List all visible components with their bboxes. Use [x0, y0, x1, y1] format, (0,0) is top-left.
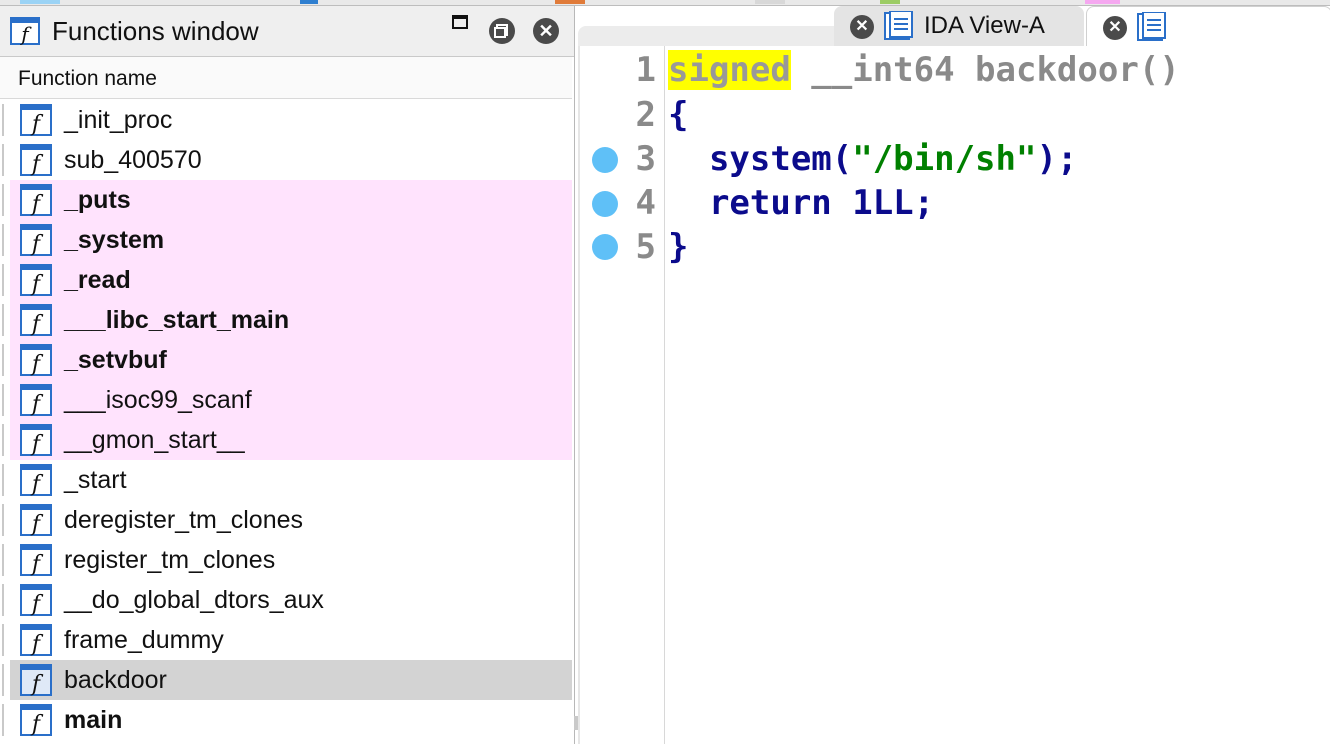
tab-label: IDA View-A	[924, 12, 1045, 39]
code-line-2[interactable]: {	[668, 95, 688, 135]
column-header-function-name[interactable]: Function name	[0, 57, 572, 99]
pseudocode-view-icon	[1137, 12, 1166, 41]
function-name: register_tm_clones	[64, 546, 276, 574]
disassembly-view-icon	[884, 11, 913, 40]
line-number: 5	[635, 227, 656, 267]
function-name: _system	[64, 226, 165, 254]
row-gutter	[2, 624, 4, 656]
row-gutter	[2, 304, 4, 336]
function-name: deregister_tm_clones	[64, 506, 304, 534]
function-list-item[interactable]: f __do_global_dtors_aux	[0, 580, 572, 620]
tab-pseudocode[interactable]: ✕	[1086, 6, 1330, 47]
string-literal[interactable]: "/bin/sh"	[852, 139, 1036, 179]
function-icon: f	[10, 17, 40, 45]
function-name: ___libc_start_main	[64, 306, 290, 334]
row-gutter	[2, 144, 4, 176]
pseudocode-left-border	[578, 46, 580, 744]
function-icon: f	[20, 144, 52, 176]
function-icon: f	[20, 304, 52, 336]
function-list-item[interactable]: f __gmon_start__	[0, 420, 572, 460]
function-name: sub_400570	[64, 146, 202, 174]
function-name: ___isoc99_scanf	[64, 386, 252, 414]
function-name: __do_global_dtors_aux	[64, 586, 324, 614]
function-name: main	[64, 706, 123, 734]
close-icon[interactable]: ✕	[533, 18, 559, 44]
function-list-item[interactable]: f frame_dummy	[0, 620, 572, 660]
tab-close-icon[interactable]: ✕	[850, 15, 874, 39]
function-icon: f	[20, 504, 52, 536]
function-list-item[interactable]: f sub_400570	[0, 140, 572, 180]
function-list-item[interactable]: f main	[0, 700, 572, 740]
functions-window-title: Functions window	[52, 16, 259, 46]
function-icon: f	[20, 224, 52, 256]
function-list-item[interactable]: f backdoor	[0, 660, 572, 700]
function-icon: f	[20, 584, 52, 616]
functions-window-titlebar[interactable]: f Functions window ✕	[0, 6, 574, 57]
function-name: _read	[64, 266, 131, 294]
function-list-item[interactable]: f ___isoc99_scanf	[0, 380, 572, 420]
line-number: 4	[635, 183, 656, 223]
code-line-3[interactable]: system("/bin/sh");	[668, 139, 1077, 179]
row-gutter	[2, 464, 4, 496]
function-list-item[interactable]: f _read	[0, 260, 572, 300]
row-gutter	[2, 424, 4, 456]
function-signature[interactable]: __int64 backdoor()	[791, 50, 1179, 90]
function-name: backdoor	[64, 666, 167, 694]
function-icon: f	[20, 544, 52, 576]
function-name: _setvbuf	[64, 346, 167, 374]
function-name: frame_dummy	[64, 626, 224, 654]
function-list-item[interactable]: f deregister_tm_clones	[0, 500, 572, 540]
row-gutter	[2, 184, 4, 216]
function-list-item[interactable]: f _system	[0, 220, 572, 260]
row-gutter	[2, 504, 4, 536]
row-gutter	[2, 344, 4, 376]
line-number: 1	[635, 50, 656, 90]
line-number: 3	[635, 139, 656, 179]
call-close[interactable]: );	[1036, 139, 1077, 179]
function-icon: f	[20, 264, 52, 296]
functions-window: f Functions window ✕ Function name f _ini…	[0, 6, 575, 744]
row-gutter	[2, 584, 4, 616]
row-gutter	[2, 104, 4, 136]
tab-close-icon[interactable]: ✕	[1103, 16, 1127, 40]
row-gutter	[2, 224, 4, 256]
function-icon: f	[20, 424, 52, 456]
function-list-item[interactable]: f ___libc_start_main	[0, 300, 572, 340]
code-line-5[interactable]: }	[668, 227, 688, 267]
row-gutter	[2, 264, 4, 296]
function-icon: f	[20, 104, 52, 136]
float-window-icon[interactable]	[489, 18, 515, 44]
code-line-1[interactable]: signed __int64 backdoor()	[668, 50, 1180, 90]
row-gutter	[2, 384, 4, 416]
row-gutter	[2, 664, 4, 696]
call-expression[interactable]: system(	[668, 139, 852, 179]
function-list-item[interactable]: f _setvbuf	[0, 340, 572, 380]
function-list-item[interactable]: f register_tm_clones	[0, 540, 572, 580]
function-list-item[interactable]: f _init_proc	[0, 100, 572, 140]
function-icon: f	[20, 184, 52, 216]
maximize-icon[interactable]	[452, 15, 468, 29]
line-number: 2	[635, 95, 656, 135]
highlighted-keyword[interactable]: signed	[668, 50, 791, 90]
line-number-separator	[664, 46, 665, 744]
column-header-label: Function name	[18, 67, 157, 90]
function-icon: f	[20, 464, 52, 496]
function-icon: f	[20, 704, 52, 736]
row-gutter	[2, 544, 4, 576]
function-name: _puts	[64, 186, 131, 214]
tab-strip-background	[578, 26, 834, 46]
function-icon: f	[20, 624, 52, 656]
row-gutter	[2, 704, 4, 736]
function-name: _start	[64, 466, 127, 494]
function-icon: f	[20, 664, 52, 696]
function-list-item[interactable]: f _start	[0, 460, 572, 500]
function-icon: f	[20, 344, 52, 376]
code-line-4[interactable]: return 1LL;	[668, 183, 934, 223]
function-icon: f	[20, 384, 52, 416]
function-list-item[interactable]: f _puts	[0, 180, 572, 220]
function-name: _init_proc	[64, 106, 173, 134]
function-name: __gmon_start__	[64, 426, 245, 454]
tab-ida-view-a[interactable]: ✕ IDA View-A	[834, 6, 1084, 46]
